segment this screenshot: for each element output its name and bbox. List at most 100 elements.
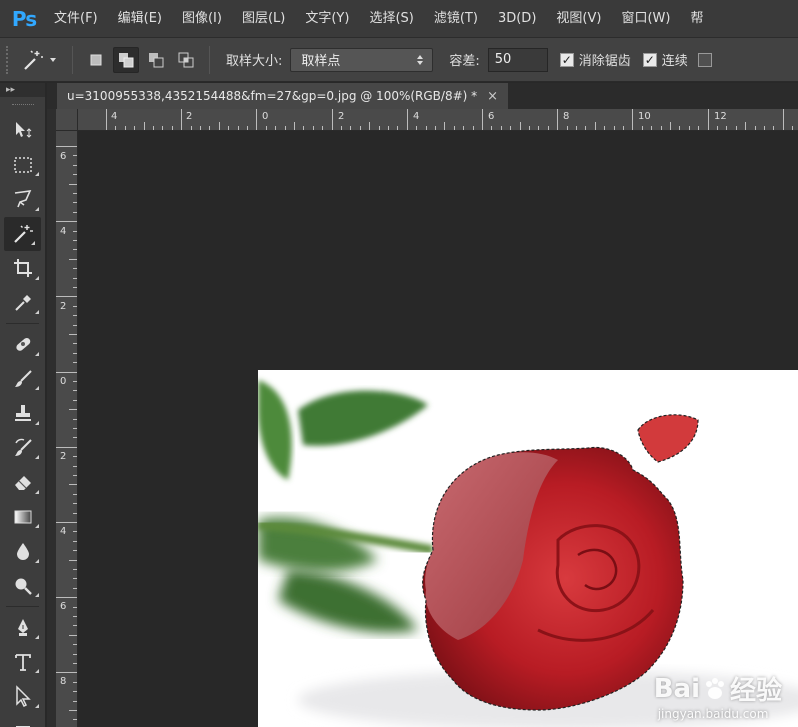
gradient-tool[interactable]	[0, 500, 45, 535]
contiguous-checkbox[interactable]: ✓ 连续	[642, 50, 688, 69]
ruler-tick	[190, 126, 192, 130]
paw-icon	[705, 677, 724, 699]
subtract-selection-button[interactable]	[143, 47, 169, 73]
ruler-tick	[73, 503, 77, 505]
document-image[interactable]: Bai 经验 jingyan.baidu.com	[258, 370, 798, 727]
ruler-tick	[444, 122, 446, 130]
options-grip[interactable]	[6, 45, 14, 74]
close-icon[interactable]: ×	[487, 89, 498, 104]
marquee-tool[interactable]	[0, 148, 45, 183]
toolbox-grip[interactable]	[0, 97, 45, 113]
anti-alias-checkbox[interactable]: ✓ 消除锯齿	[559, 50, 631, 69]
menu-edit[interactable]: 编辑(E)	[108, 0, 172, 37]
magic-wand-tool[interactable]	[4, 216, 41, 251]
intersect-selection-button[interactable]	[173, 47, 199, 73]
blur-tool[interactable]	[0, 534, 45, 569]
ruler-tick	[632, 109, 634, 130]
ruler-tick	[717, 126, 718, 130]
menu-type[interactable]: 文字(Y)	[295, 0, 359, 37]
document-tab-bar: u=3100955338,4352154488&fm=27&gp=0.jpg @…	[47, 83, 798, 109]
eyedropper-tool[interactable]	[0, 286, 45, 321]
ruler-tick	[73, 663, 77, 664]
sample-all-layers-checkbox[interactable]	[697, 52, 712, 67]
ruler-tick	[73, 550, 77, 552]
menu-select[interactable]: 选择(S)	[359, 0, 423, 37]
ruler-tick	[73, 362, 77, 364]
ruler-tick	[73, 202, 77, 204]
document-tab[interactable]: u=3100955338,4352154488&fm=27&gp=0.jpg @…	[57, 83, 509, 109]
ruler-tick	[69, 484, 77, 486]
canvas-area[interactable]: Bai 经验 jingyan.baidu.com	[78, 131, 798, 727]
rectangle-tool[interactable]	[0, 714, 45, 727]
sample-size-value: 取样点	[301, 54, 341, 69]
eyedropper-icon	[14, 294, 31, 311]
ruler-label: 8	[60, 676, 67, 687]
menu-view[interactable]: 视图(V)	[546, 0, 611, 37]
ruler-tick	[73, 174, 77, 176]
lasso-tool[interactable]	[0, 182, 45, 217]
ruler-label: 4	[60, 526, 67, 537]
ruler-tick	[406, 109, 408, 130]
type-tool[interactable]	[0, 645, 45, 680]
menu-window[interactable]: 窗口(W)	[611, 0, 680, 37]
ruler-tick	[73, 681, 77, 683]
new-selection-button[interactable]	[83, 47, 109, 73]
crop-icon	[13, 259, 32, 278]
dodge-tool[interactable]	[0, 569, 45, 604]
ruler-tick	[453, 126, 455, 130]
ruler-tick	[143, 122, 145, 130]
pen-tool[interactable]	[0, 610, 45, 645]
add-to-selection-button[interactable]	[113, 46, 139, 73]
rect-marquee-icon	[13, 157, 32, 173]
ruler-label: 4	[111, 111, 118, 122]
ruler-tick	[73, 653, 77, 655]
ruler-tick	[73, 700, 77, 702]
ruler-vertical[interactable]: 6 4 2 0 2 4 6 8	[56, 131, 78, 727]
add-selection-icon	[119, 52, 134, 67]
ruler-tick	[341, 126, 342, 130]
ruler-tick	[547, 126, 549, 130]
ruler-tick	[576, 126, 577, 130]
ruler-tick	[73, 287, 77, 288]
menu-3d[interactable]: 3D(D)	[488, 0, 546, 37]
ruler-tick	[73, 578, 77, 580]
history-brush-tool[interactable]	[0, 431, 45, 466]
ruler-origin[interactable]	[56, 109, 78, 131]
ruler-tick	[529, 126, 530, 130]
ruler-label: 10	[638, 111, 651, 122]
ruler-tick	[56, 371, 77, 373]
ruler-tick	[115, 126, 117, 130]
chevron-down-icon	[50, 57, 56, 62]
menu-filter[interactable]: 滤镜(T)	[424, 0, 488, 37]
menu-help[interactable]: 帮	[680, 0, 713, 37]
tolerance-input[interactable]: 50	[487, 47, 548, 72]
ruler-tick	[69, 559, 77, 561]
updown-arrows-icon	[417, 54, 424, 65]
menu-file[interactable]: 文件(F)	[44, 0, 108, 37]
ruler-horizontal[interactable]: 4 2 0 2 4 6 8 10 12	[78, 109, 798, 131]
ruler-label: 6	[60, 601, 67, 612]
drop-icon	[16, 543, 29, 561]
ruler-tick	[735, 126, 737, 130]
collapse-icon[interactable]: ▸▸	[0, 83, 45, 97]
ruler-tick	[73, 456, 77, 458]
path-selection-tool[interactable]	[0, 679, 45, 714]
ruler-tick	[209, 126, 211, 130]
ruler-tick	[73, 644, 77, 646]
ruler-tick	[73, 616, 77, 617]
menu-image[interactable]: 图像(I)	[172, 0, 232, 37]
ruler-tick	[660, 126, 662, 130]
healing-brush-tool[interactable]	[0, 327, 45, 362]
clone-stamp-tool[interactable]	[0, 396, 45, 431]
eraser-tool[interactable]	[0, 465, 45, 500]
ruler-label: 4	[413, 111, 420, 122]
move-tool[interactable]	[0, 113, 45, 148]
ruler-tick	[641, 126, 643, 130]
ruler-tick	[754, 126, 756, 130]
sample-size-select[interactable]: 取样点	[290, 47, 434, 72]
brush-tool[interactable]	[0, 362, 45, 397]
ruler-label: 2	[60, 301, 67, 312]
tool-preset-picker[interactable]	[14, 44, 64, 76]
crop-tool[interactable]	[0, 251, 45, 286]
menu-layer[interactable]: 图层(L)	[232, 0, 295, 37]
